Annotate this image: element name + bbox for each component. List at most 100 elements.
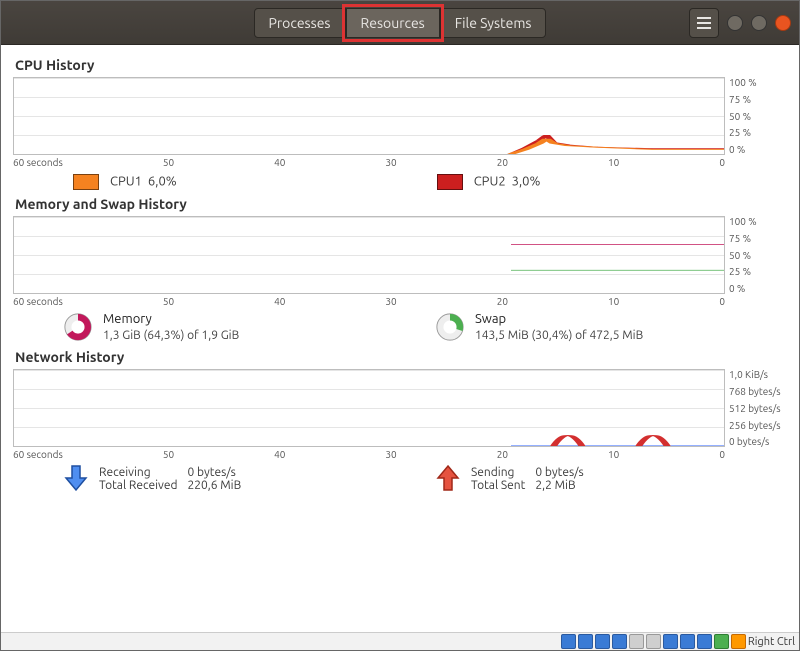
menu-button[interactable] (689, 8, 719, 38)
ylabel: 512 bytes/s (729, 403, 787, 414)
network-y-axis: 1,0 KiB/s 768 bytes/s 512 bytes/s 256 by… (725, 369, 787, 447)
sending-item[interactable]: Sending 0 bytes/s Total Sent 2,2 MiB (435, 464, 787, 494)
total-received-label: Total Received (99, 479, 187, 492)
network-legend: Receiving 0 bytes/s Total Received 220,6… (63, 464, 787, 494)
memory-detail: 1,3 GiB (64,3%) of 1,9 GiB (103, 328, 239, 344)
status-icon[interactable] (646, 634, 661, 649)
total-sent-value: 2,2 MiB (535, 479, 593, 492)
ylabel: 0 % (729, 283, 787, 294)
cpu-x-axis: 60 seconds 50 40 30 20 10 0 (13, 157, 725, 168)
cpu1-label: CPU1 (110, 174, 142, 188)
ylabel: 768 bytes/s (729, 386, 787, 397)
view-tabs: Processes Resources File Systems (254, 8, 547, 38)
xlabel: 50 (163, 449, 174, 460)
cpu2-value: 3,0% (512, 174, 541, 188)
ylabel: 50 % (729, 111, 787, 122)
total-sent-label: Total Sent (471, 479, 535, 492)
status-icon[interactable] (595, 634, 610, 649)
status-icon[interactable] (697, 634, 712, 649)
ylabel: 25 % (729, 127, 787, 138)
vm-status-bar: Right Ctrl (1, 632, 799, 650)
memory-y-axis: 100 % 75 % 50 % 25 % 0 % (725, 216, 787, 294)
xlabel: 40 (274, 296, 285, 307)
ylabel: 0 % (729, 144, 787, 155)
memory-pie-icon (63, 312, 93, 342)
sending-label: Sending (471, 466, 535, 479)
status-icon[interactable] (680, 634, 695, 649)
close-button[interactable] (775, 15, 791, 31)
cpu2-legend[interactable]: CPU2 3,0% (437, 174, 541, 190)
cpu1-legend[interactable]: CPU1 6,0% (73, 174, 177, 190)
status-icon[interactable] (578, 634, 593, 649)
status-icon[interactable] (629, 634, 644, 649)
xlabel: 60 seconds (13, 157, 63, 168)
ylabel: 0 bytes/s (729, 436, 787, 447)
memory-x-axis: 60 seconds 50 40 30 20 10 0 (13, 296, 725, 307)
status-icon[interactable] (731, 634, 746, 649)
status-icon[interactable] (612, 634, 627, 649)
xlabel: 30 (385, 449, 396, 460)
swap-label: Swap (475, 311, 643, 328)
memory-item[interactable]: Memory 1,3 GiB (64,3%) of 1,9 GiB (63, 311, 415, 343)
cpu1-value: 6,0% (148, 174, 177, 188)
memory-chart (13, 216, 725, 294)
sending-rate: 0 bytes/s (535, 466, 593, 479)
memory-label: Memory (103, 311, 239, 328)
cpu-y-axis: 100 % 75 % 50 % 25 % 0 % (725, 77, 787, 155)
ylabel: 100 % (729, 216, 787, 227)
ylabel: 75 % (729, 94, 787, 105)
tab-resources[interactable]: Resources (346, 8, 440, 38)
xlabel: 10 (608, 296, 619, 307)
memory-legend: Memory 1,3 GiB (64,3%) of 1,9 GiB Swap 1… (63, 311, 787, 343)
xlabel: 30 (385, 157, 396, 168)
swap-pie-icon (435, 312, 465, 342)
status-icon[interactable] (714, 634, 729, 649)
xlabel: 40 (274, 157, 285, 168)
xlabel: 20 (497, 296, 508, 307)
xlabel: 60 seconds (13, 296, 63, 307)
xlabel: 50 (163, 157, 174, 168)
tab-file-systems[interactable]: File Systems (440, 8, 547, 38)
xlabel: 30 (385, 296, 396, 307)
upload-arrow-icon (435, 464, 461, 494)
swap-detail: 143,5 MiB (30,4%) of 472,5 MiB (475, 328, 643, 344)
xlabel: 10 (608, 449, 619, 460)
ylabel: 50 % (729, 250, 787, 261)
receiving-label: Receiving (99, 466, 187, 479)
xlabel: 0 (719, 296, 725, 307)
xlabel: 10 (608, 157, 619, 168)
cpu-history-title: CPU History (15, 57, 787, 73)
xlabel: 40 (274, 449, 285, 460)
cpu-legend: CPU1 6,0% CPU2 3,0% (73, 174, 787, 190)
ylabel: 75 % (729, 233, 787, 244)
download-arrow-icon (63, 464, 89, 494)
maximize-button[interactable] (751, 15, 767, 31)
xlabel: 50 (163, 296, 174, 307)
host-key-label: Right Ctrl (748, 636, 795, 648)
window-controls (689, 8, 791, 38)
tab-processes[interactable]: Processes (254, 8, 346, 38)
status-icon[interactable] (663, 634, 678, 649)
cpu2-label: CPU2 (474, 174, 506, 188)
main-content: CPU History 100 % 75 % 50 % 25 % 0 % 60 … (1, 45, 799, 498)
receiving-rate: 0 bytes/s (187, 466, 251, 479)
cpu1-color-swatch (73, 174, 99, 190)
network-chart (13, 369, 725, 447)
cpu-chart (13, 77, 725, 155)
ylabel: 25 % (729, 266, 787, 277)
swap-item[interactable]: Swap 143,5 MiB (30,4%) of 472,5 MiB (435, 311, 787, 343)
network-x-axis: 60 seconds 50 40 30 20 10 0 (13, 449, 725, 460)
network-history-title: Network History (15, 349, 787, 365)
xlabel: 20 (497, 449, 508, 460)
ylabel: 100 % (729, 77, 787, 88)
ylabel: 1,0 KiB/s (729, 369, 787, 380)
status-icon[interactable] (561, 634, 576, 649)
ylabel: 256 bytes/s (729, 420, 787, 431)
xlabel: 0 (719, 449, 725, 460)
total-received-value: 220,6 MiB (187, 479, 251, 492)
titlebar: Processes Resources File Systems (1, 1, 799, 45)
cpu2-color-swatch (437, 174, 463, 190)
receiving-item[interactable]: Receiving 0 bytes/s Total Received 220,6… (63, 464, 415, 494)
minimize-button[interactable] (727, 15, 743, 31)
xlabel: 20 (497, 157, 508, 168)
